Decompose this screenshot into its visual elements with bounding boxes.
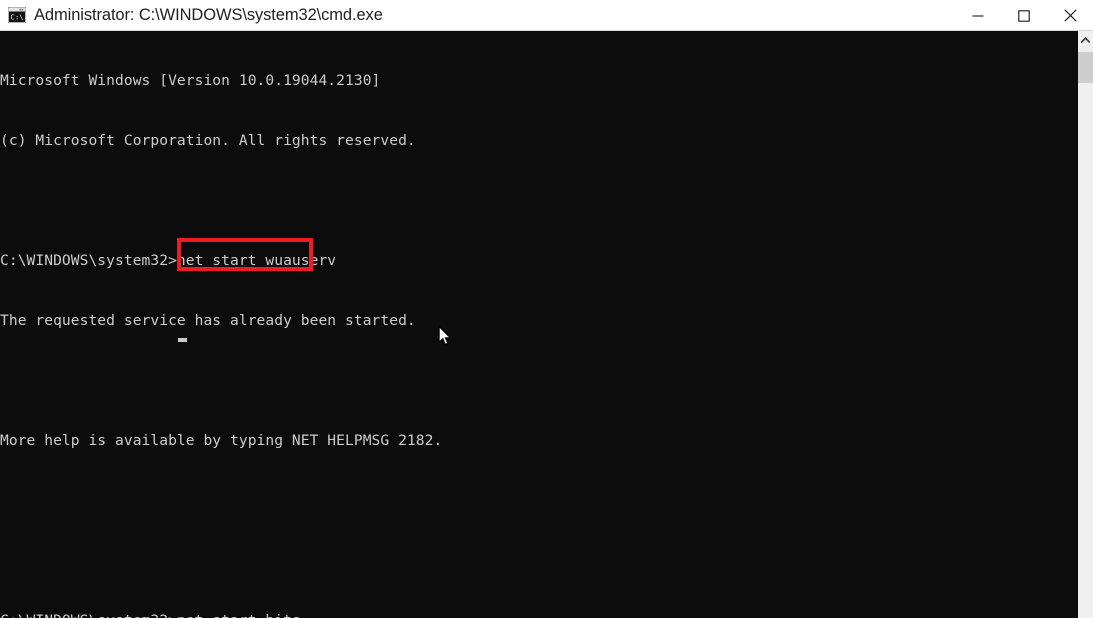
cmd-window: C:\ Administrator: C:\WINDOWS\system32\c… xyxy=(0,0,1093,618)
close-icon xyxy=(1063,9,1077,22)
cmd-console-icon: C:\ xyxy=(7,6,27,24)
maximize-button[interactable] xyxy=(1001,0,1047,31)
close-button[interactable] xyxy=(1047,0,1093,31)
window-title: Administrator: C:\WINDOWS\system32\cmd.e… xyxy=(34,5,383,24)
chevron-up-icon xyxy=(1081,37,1090,43)
vertical-scrollbar[interactable] xyxy=(1078,31,1093,618)
minimize-button[interactable] xyxy=(955,0,1001,31)
console-line: (c) Microsoft Corporation. All rights re… xyxy=(0,132,416,149)
console-line: Microsoft Windows [Version 10.0.19044.21… xyxy=(0,72,381,89)
svg-text:C:\: C:\ xyxy=(10,12,23,21)
console-line: More help is available by typing NET HEL… xyxy=(0,432,443,449)
console-text-block: Microsoft Windows [Version 10.0.19044.21… xyxy=(0,31,681,618)
maximize-icon xyxy=(1018,9,1030,22)
scrollbar-thumb[interactable] xyxy=(1078,52,1093,83)
console-line: The requested service has already been s… xyxy=(0,312,416,329)
title-bar[interactable]: C:\ Administrator: C:\WINDOWS\system32\c… xyxy=(0,0,1093,31)
console-output-area[interactable]: Microsoft Windows [Version 10.0.19044.21… xyxy=(0,31,1078,618)
minimize-icon xyxy=(972,14,984,17)
scroll-up-button[interactable] xyxy=(1078,31,1093,49)
console-line: C:\WINDOWS\system32>net start wuauserv xyxy=(0,252,337,269)
text-cursor xyxy=(178,338,187,342)
console-line-highlighted: C:\WINDOWS\system32>net start bits xyxy=(0,611,681,618)
